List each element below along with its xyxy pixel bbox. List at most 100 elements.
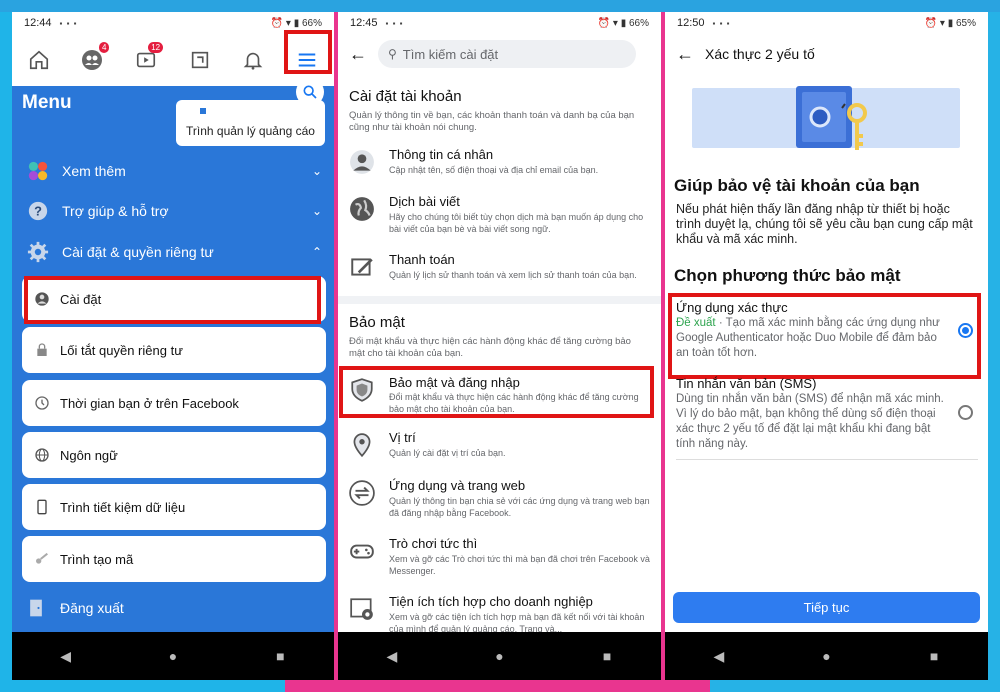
page-title: Xác thực 2 yếu tố bbox=[705, 46, 815, 62]
nav-watch[interactable]: 12 bbox=[126, 40, 166, 80]
logout-button[interactable]: Đăng xuất bbox=[26, 597, 124, 619]
security-title: Bảo mật bbox=[349, 314, 405, 331]
status-indicators: ⏰ ▾ ▮ 66% bbox=[597, 17, 649, 29]
ads-manager-label: Trình quản lý quảng cáo bbox=[186, 124, 315, 138]
help-label: Trợ giúp & hỗ trợ bbox=[62, 203, 169, 219]
phone-menu-screen: 12:44 ▪ ▪ ▪ ⏰ ▾ ▮ 66% 4 12 Menu Trình qu… bbox=[12, 12, 334, 680]
row-payments[interactable]: Thanh toán Quản lý lịch sử thanh toán và… bbox=[338, 252, 661, 302]
svg-text:?: ? bbox=[34, 204, 42, 219]
chevron-up-icon: ⌃ bbox=[311, 245, 322, 259]
row-location[interactable]: Vị trí Quản lý cài đặt vị trí của bạn. bbox=[338, 430, 661, 480]
row-desc: Hãy cho chúng tôi biết tùy chọn dịch mà … bbox=[389, 212, 644, 234]
safe-illustration bbox=[692, 86, 960, 150]
gamepad-icon bbox=[350, 544, 374, 559]
row-desc: Cập nhật tên, số điện thoại và địa chỉ e… bbox=[389, 165, 599, 175]
marketplace-icon bbox=[191, 51, 208, 69]
row-instant-games[interactable]: Trò chơi tức thì Xem và gỡ các Trò chơi … bbox=[338, 536, 661, 586]
home-circle-icon[interactable]: ● bbox=[153, 648, 193, 664]
pencil-icon bbox=[351, 258, 373, 276]
row-post-translation[interactable]: Dịch bài viết Hãy cho chúng tôi biết tùy… bbox=[338, 194, 661, 244]
row-desc: Quản lý thông tin bạn chia sẻ với các ứn… bbox=[389, 496, 650, 518]
page-title: Menu bbox=[22, 92, 72, 113]
option-sms-desc: Dùng tin nhắn văn bản (SMS) để nhận mã x… bbox=[676, 393, 944, 450]
see-more-icon bbox=[26, 159, 50, 183]
choose-method-title: Chọn phương thức bảo mật bbox=[674, 266, 901, 285]
phone-2fa-screen: 12:50 ▪ ▪ ▪ ⏰ ▾ ▮ 65% ← Xác thực 2 yếu t… bbox=[665, 12, 988, 680]
help-icon: ? bbox=[26, 199, 50, 223]
see-more-label: Xem thêm bbox=[62, 163, 126, 179]
security-desc: Đổi mật khẩu và thực hiện các hành động … bbox=[349, 336, 631, 359]
continue-button[interactable]: Tiếp tục bbox=[673, 592, 980, 623]
highlight-security-login bbox=[339, 366, 654, 418]
back-triangle-icon[interactable]: ◀ bbox=[372, 648, 412, 665]
nav-home[interactable] bbox=[19, 40, 59, 80]
settings-search-input[interactable]: ⚲ Tìm kiếm cài đặt bbox=[378, 40, 636, 68]
search-icon bbox=[303, 85, 317, 99]
nav-marketplace[interactable] bbox=[180, 40, 220, 80]
globe-icon bbox=[350, 197, 374, 221]
home-icon bbox=[29, 50, 48, 70]
ads-manager-shortcut[interactable]: Trình quản lý quảng cáo bbox=[176, 100, 325, 146]
row-title: Ứng dụng và trang web bbox=[389, 478, 526, 493]
highlight-settings-item bbox=[24, 276, 321, 324]
android-nav-bar: ◀ ● ■ bbox=[338, 632, 661, 680]
row-apps-websites[interactable]: Ứng dụng và trang web Quản lý thông tin … bbox=[338, 478, 661, 528]
back-arrow-icon[interactable]: ← bbox=[338, 44, 378, 65]
row-title: Trò chơi tức thì bbox=[389, 536, 478, 551]
recents-square-icon[interactable]: ■ bbox=[914, 648, 954, 664]
menu-item-time-on-facebook[interactable]: Thời gian bạn ở trên Facebook bbox=[22, 380, 326, 426]
menu-item-data-saver[interactable]: Trình tiết kiệm dữ liệu bbox=[22, 484, 326, 530]
ads-manager-icon bbox=[200, 108, 206, 114]
menu-item-code-generator[interactable]: Trình tạo mã bbox=[22, 536, 326, 582]
clock-icon bbox=[32, 393, 52, 413]
two-factor-header: ← Xác thực 2 yếu tố bbox=[665, 34, 988, 74]
account-settings-title: Cài đặt tài khoản bbox=[349, 88, 462, 105]
phone-settings-screen: 12:45 ▪ ▪ ▪ ⏰ ▾ ▮ 66% ← ⚲ Tìm kiếm cài đ… bbox=[338, 12, 661, 680]
row-desc: Quản lý cài đặt vị trí của bạn. bbox=[389, 448, 506, 458]
section-settings-privacy[interactable]: Cài đặt & quyền riêng tư ⌃ bbox=[12, 232, 334, 272]
swap-arrows-icon bbox=[349, 480, 375, 506]
status-indicators: ⏰ ▾ ▮ 66% bbox=[270, 17, 322, 29]
watch-badge: 12 bbox=[148, 42, 164, 53]
option-divider bbox=[676, 459, 978, 460]
nav-notifications[interactable] bbox=[233, 40, 273, 80]
section-see-more[interactable]: Xem thêm ⌄ bbox=[12, 151, 334, 191]
section-help-support[interactable]: ? Trợ giúp & hỗ trợ ⌄ bbox=[12, 191, 334, 231]
back-triangle-icon[interactable]: ◀ bbox=[46, 648, 86, 665]
back-triangle-icon[interactable]: ◀ bbox=[699, 648, 739, 665]
radio-sms[interactable] bbox=[958, 405, 973, 420]
recents-square-icon[interactable]: ■ bbox=[587, 648, 627, 664]
friends-badge: 4 bbox=[99, 42, 110, 53]
menu-item-privacy-shortcuts[interactable]: Lối tắt quyền riêng tư bbox=[22, 327, 326, 373]
status-app-icons: ▪ ▪ ▪ bbox=[712, 18, 731, 28]
status-time: 12:44 bbox=[24, 17, 52, 29]
search-icon: ⚲ bbox=[388, 47, 397, 61]
settings-privacy-label: Cài đặt & quyền riêng tư bbox=[62, 244, 214, 260]
key-icon bbox=[32, 549, 52, 569]
menu-item-label: Thời gian bạn ở trên Facebook bbox=[60, 395, 239, 411]
globe-icon bbox=[32, 445, 52, 465]
account-settings-desc: Quản lý thông tin về bạn, các khoản than… bbox=[349, 110, 635, 133]
row-title: Thông tin cá nhân bbox=[389, 147, 494, 162]
row-desc: Xem và gỡ các Trò chơi tức thì mà bạn đã… bbox=[389, 554, 650, 576]
highlight-menu-button bbox=[284, 30, 332, 74]
status-time: 12:50 bbox=[677, 17, 705, 29]
lock-icon bbox=[32, 340, 52, 360]
recents-square-icon[interactable]: ■ bbox=[260, 648, 300, 664]
row-title: Thanh toán bbox=[389, 252, 455, 267]
back-arrow-icon[interactable]: ← bbox=[665, 44, 705, 65]
continue-label: Tiếp tục bbox=[803, 600, 850, 615]
home-circle-icon[interactable]: ● bbox=[806, 648, 846, 664]
home-circle-icon[interactable]: ● bbox=[479, 648, 519, 664]
row-personal-info[interactable]: Thông tin cá nhân Cập nhật tên, số điện … bbox=[338, 147, 661, 197]
status-bar: 12:50 ▪ ▪ ▪ ⏰ ▾ ▮ 65% bbox=[665, 12, 988, 34]
safe-lock-icon bbox=[796, 86, 867, 150]
status-app-icons: ▪ ▪ ▪ bbox=[59, 18, 78, 28]
bell-icon bbox=[244, 52, 263, 70]
row-title: Dịch bài viết bbox=[389, 194, 460, 209]
menu-item-language[interactable]: Ngôn ngữ bbox=[22, 432, 326, 478]
gear-window-icon bbox=[350, 598, 373, 620]
chevron-down-icon: ⌄ bbox=[311, 164, 322, 178]
android-nav-bar: ◀ ● ■ bbox=[12, 632, 334, 680]
nav-friends[interactable]: 4 bbox=[72, 40, 112, 80]
